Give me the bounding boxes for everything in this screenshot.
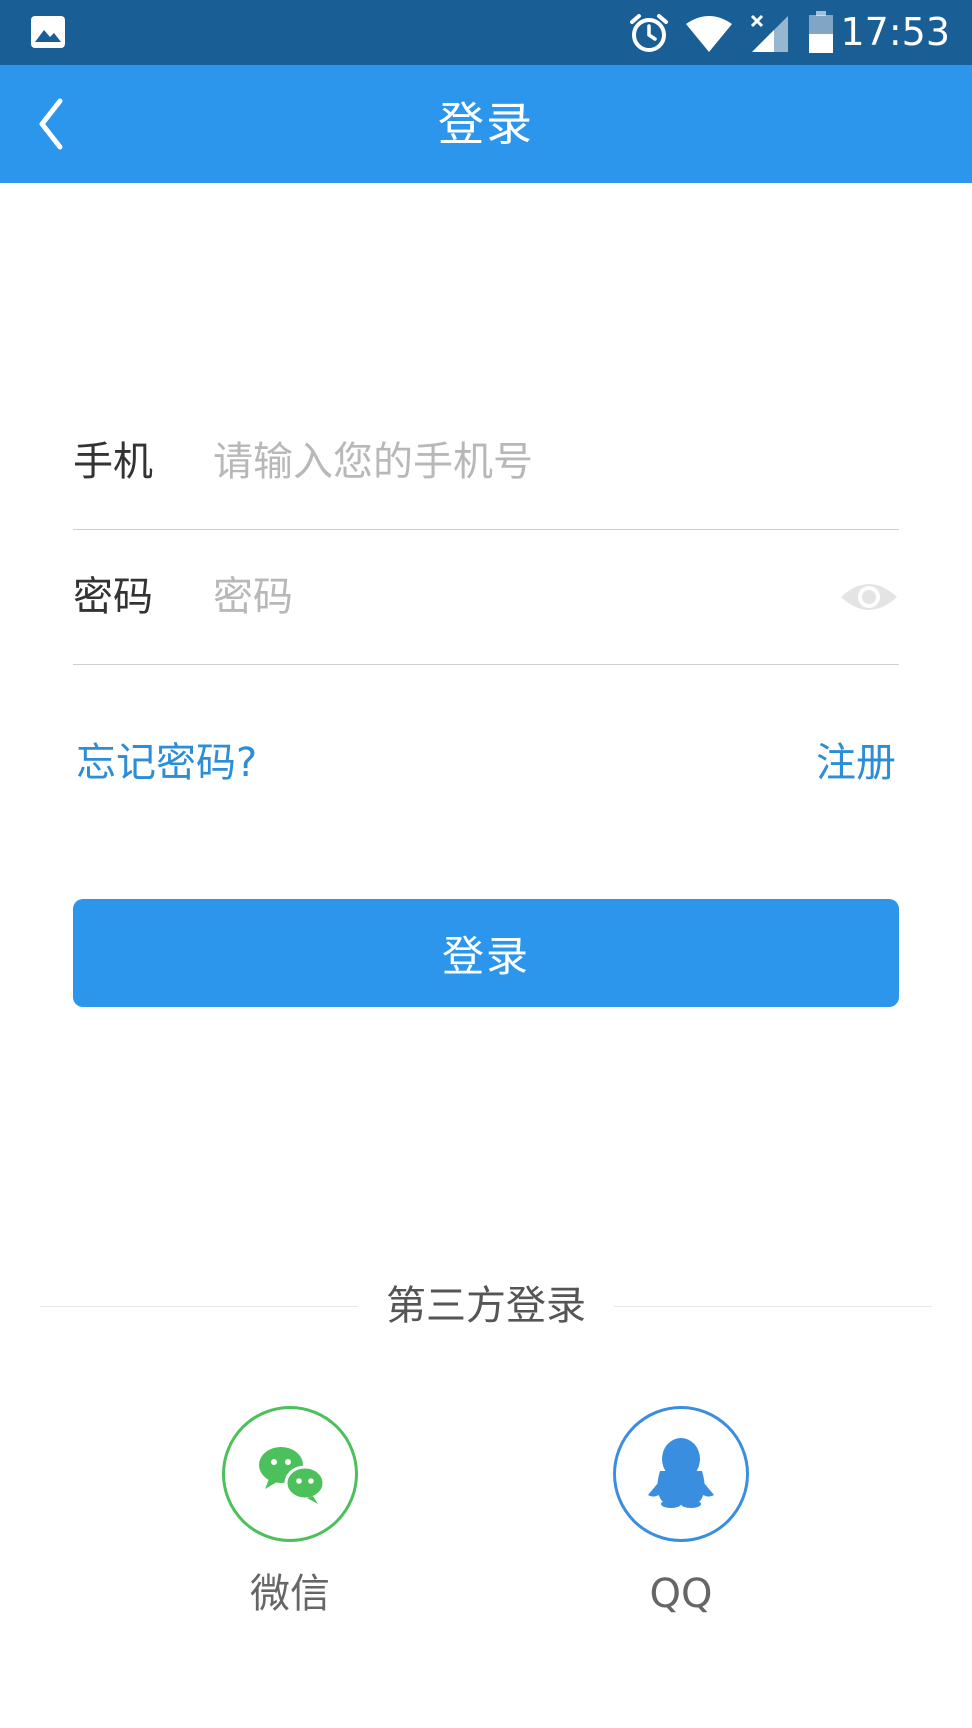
password-field-row: 密码 xyxy=(73,531,899,665)
status-bar: 17:53 xyxy=(0,0,972,65)
login-button[interactable]: 登录 xyxy=(73,899,899,1007)
wechat-label: 微信 xyxy=(250,1571,330,1617)
battery-icon xyxy=(809,11,833,53)
phone-label: 手机 xyxy=(73,439,153,485)
forgot-password-link[interactable]: 忘记密码? xyxy=(76,737,257,789)
app-bar: 登录 xyxy=(0,65,972,183)
phone-field-row: 手机 xyxy=(73,396,899,530)
wifi-icon xyxy=(686,16,732,52)
wechat-login-button[interactable] xyxy=(222,1406,358,1542)
qq-icon xyxy=(648,1438,714,1508)
status-clock: 17:53 xyxy=(840,10,950,54)
wechat-icon xyxy=(259,1447,326,1504)
password-input[interactable] xyxy=(213,567,773,627)
signal-icon xyxy=(750,14,788,52)
register-link[interactable]: 注册 xyxy=(816,737,896,789)
phone-input[interactable] xyxy=(213,432,773,492)
qq-login-button[interactable] xyxy=(613,1406,749,1542)
gallery-icon xyxy=(31,16,65,48)
eye-icon[interactable] xyxy=(839,577,899,617)
page-title: 登录 xyxy=(438,97,534,151)
qq-label: QQ xyxy=(649,1571,713,1617)
alarm-icon xyxy=(630,14,668,52)
third-party-title: 第三方登录 xyxy=(386,1283,586,1329)
password-label: 密码 xyxy=(73,574,153,620)
